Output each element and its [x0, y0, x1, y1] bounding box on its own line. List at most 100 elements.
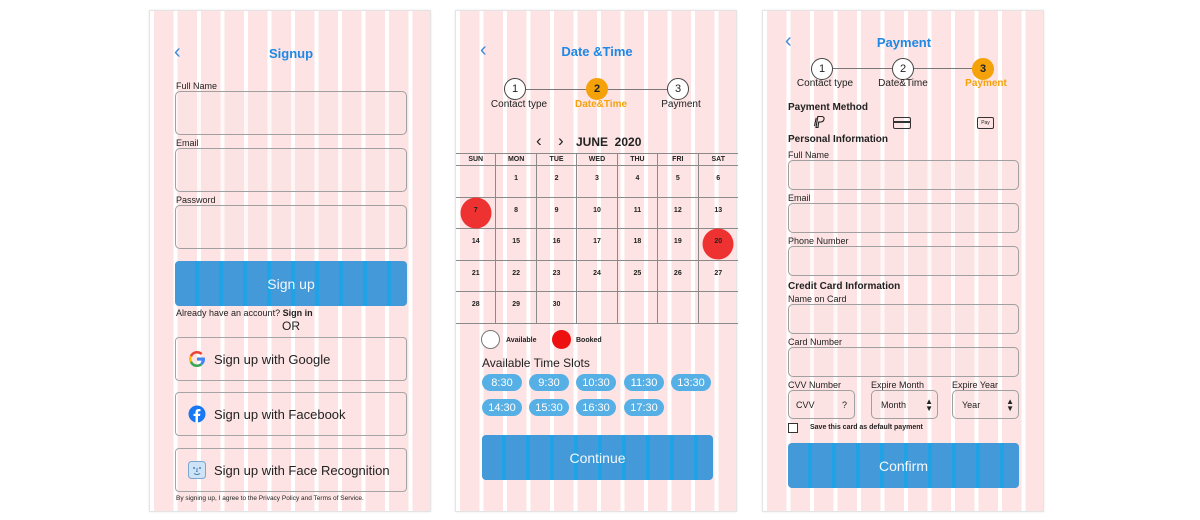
signin-link[interactable]: Sign in	[283, 308, 313, 318]
calendar-day-15[interactable]: 15	[496, 229, 537, 260]
signup-screen: ‹ Signup Full Name Email Password Sign u…	[149, 10, 431, 512]
calendar-day-number: 24	[593, 269, 601, 277]
calendar-day-21[interactable]: 21	[456, 260, 497, 291]
calendar-day-20[interactable]: 20	[699, 228, 738, 260]
calendar-day-24[interactable]: 24	[577, 260, 618, 291]
calendar-day-22[interactable]: 22	[496, 260, 537, 291]
calendar-day-16[interactable]: 16	[537, 229, 578, 260]
calendar-day-6[interactable]: 6	[699, 166, 738, 197]
calendar-day-19[interactable]: 19	[658, 229, 699, 260]
calendar-day-17[interactable]: 17	[577, 229, 618, 260]
or-divider: OR	[282, 319, 300, 333]
password-label: Password	[176, 195, 216, 205]
calendar-day-number: 26	[673, 269, 682, 277]
calendar-day-12[interactable]: 12	[658, 197, 699, 228]
calendar-day-number: 7	[473, 206, 478, 214]
card-info-title: Credit Card Information	[788, 281, 901, 292]
calendar-day-4[interactable]: 4	[618, 166, 659, 197]
time-slot-button[interactable]: 13:30	[671, 374, 711, 391]
calendar-day-number: 30	[552, 301, 561, 308]
cvv-help-icon[interactable]: ?	[842, 400, 847, 410]
calendar-day-8[interactable]: 8	[496, 197, 537, 228]
email-label: Email	[788, 193, 811, 203]
time-slot-button[interactable]: 15:30	[529, 399, 569, 416]
calendar-day-5[interactable]: 5	[658, 166, 699, 197]
paypal-icon[interactable]	[812, 115, 826, 129]
face-recognition-signup-button[interactable]: Sign up with Face Recognition	[175, 448, 407, 492]
calendar-day-14[interactable]: 14	[456, 229, 497, 260]
calendar-day-18[interactable]: 18	[618, 229, 659, 260]
calendar-day-10[interactable]: 10	[577, 197, 618, 228]
step-3-circle: 3	[972, 58, 994, 80]
calendar-day-number: 18	[633, 238, 642, 245]
email-field[interactable]	[788, 203, 1019, 233]
password-field[interactable]	[175, 205, 407, 249]
confirm-button[interactable]: Confirm	[788, 443, 1019, 488]
full-name-field[interactable]	[788, 160, 1019, 190]
facebook-signup-button[interactable]: Sign up with Facebook	[175, 392, 407, 436]
calendar-day-27[interactable]: 27	[699, 261, 738, 292]
google-signup-label: Sign up with Google	[214, 351, 331, 367]
payment-method-title: Payment Method	[788, 102, 869, 113]
card-number-field[interactable]	[788, 347, 1019, 377]
calendar-day-number: 2	[554, 175, 559, 182]
name-on-card-label: Name on Card	[788, 294, 847, 304]
calendar-day-26[interactable]: 26	[658, 260, 699, 291]
cvv-label: CVV Number	[788, 380, 842, 390]
calendar-day-1[interactable]: 1	[496, 166, 537, 197]
calendar-day-2[interactable]: 2	[537, 166, 578, 197]
time-slot-button[interactable]: 9:30	[529, 374, 569, 391]
step-2-circle: 2	[586, 78, 608, 100]
calendar-day-3[interactable]: 3	[577, 166, 618, 197]
expire-month-value: Month	[881, 399, 907, 410]
calendar-day-number: 28	[471, 301, 480, 308]
step-1-label: Contact type	[490, 99, 548, 110]
calendar-day-number: 6	[716, 175, 721, 182]
apple-pay-icon[interactable]: Pay	[977, 117, 994, 129]
calendar-empty-cell	[456, 166, 497, 197]
time-slot-button[interactable]: 11:30	[624, 374, 664, 391]
email-field[interactable]	[175, 148, 407, 192]
name-on-card-field[interactable]	[788, 304, 1019, 334]
terms-text: By signing up, I agree to the Privacy Po…	[176, 495, 364, 502]
calendar-day-30[interactable]: 30	[537, 292, 578, 323]
save-card-checkbox[interactable]	[788, 423, 798, 433]
phone-label: Phone Number	[788, 236, 849, 246]
calendar-week-row: 14 15 16 17 18 19 20	[456, 228, 738, 261]
full-name-label: Full Name	[176, 81, 218, 91]
expire-month-select[interactable]: Month ▲ ▼	[871, 390, 938, 419]
phone-field[interactable]	[788, 246, 1019, 276]
cvv-field[interactable]: CVV ?	[788, 390, 855, 419]
google-signup-button[interactable]: Sign up with Google	[175, 337, 407, 381]
calendar-day-9[interactable]: 9	[537, 197, 578, 228]
signup-button[interactable]: Sign up	[175, 261, 407, 306]
expire-year-value: Year	[962, 399, 981, 410]
time-slots-title: Available Time Slots	[482, 356, 590, 370]
calendar-day-23[interactable]: 23	[537, 260, 578, 291]
time-slot-button[interactable]: 8:30	[482, 374, 522, 391]
calendar-day-28[interactable]: 28	[456, 292, 497, 323]
calendar-day-29[interactable]: 29	[496, 292, 537, 323]
prev-month-icon[interactable]: ‹	[536, 131, 542, 151]
calendar-day-11[interactable]: 11	[618, 197, 659, 228]
calendar-day-7[interactable]: 7	[456, 197, 497, 229]
next-month-icon[interactable]: ›	[558, 131, 564, 151]
weekday-header: SUN MON TUE WED THU FRI SAT	[456, 153, 738, 166]
time-slot-button[interactable]: 16:30	[576, 399, 616, 416]
email-label: Email	[176, 138, 199, 148]
time-slot-button[interactable]: 17:30	[624, 399, 664, 416]
calendar-day-13[interactable]: 13	[699, 198, 738, 229]
calendar-day-number: 14	[471, 238, 480, 245]
time-slot-button[interactable]: 14:30	[482, 399, 522, 416]
full-name-field[interactable]	[175, 91, 407, 135]
calendar-day-25[interactable]: 25	[618, 260, 659, 291]
continue-button[interactable]: Continue	[482, 435, 713, 480]
calendar-empty-cell	[699, 292, 738, 323]
facebook-signup-label: Sign up with Facebook	[214, 406, 346, 422]
calendar-day-number: 25	[633, 269, 642, 277]
time-slot-button[interactable]: 10:30	[576, 374, 616, 391]
credit-card-icon[interactable]	[893, 117, 911, 129]
expire-year-select[interactable]: Year ▲ ▼	[952, 390, 1019, 419]
weekday-wed: WED	[577, 154, 618, 165]
calendar-day-number: 10	[593, 206, 601, 214]
